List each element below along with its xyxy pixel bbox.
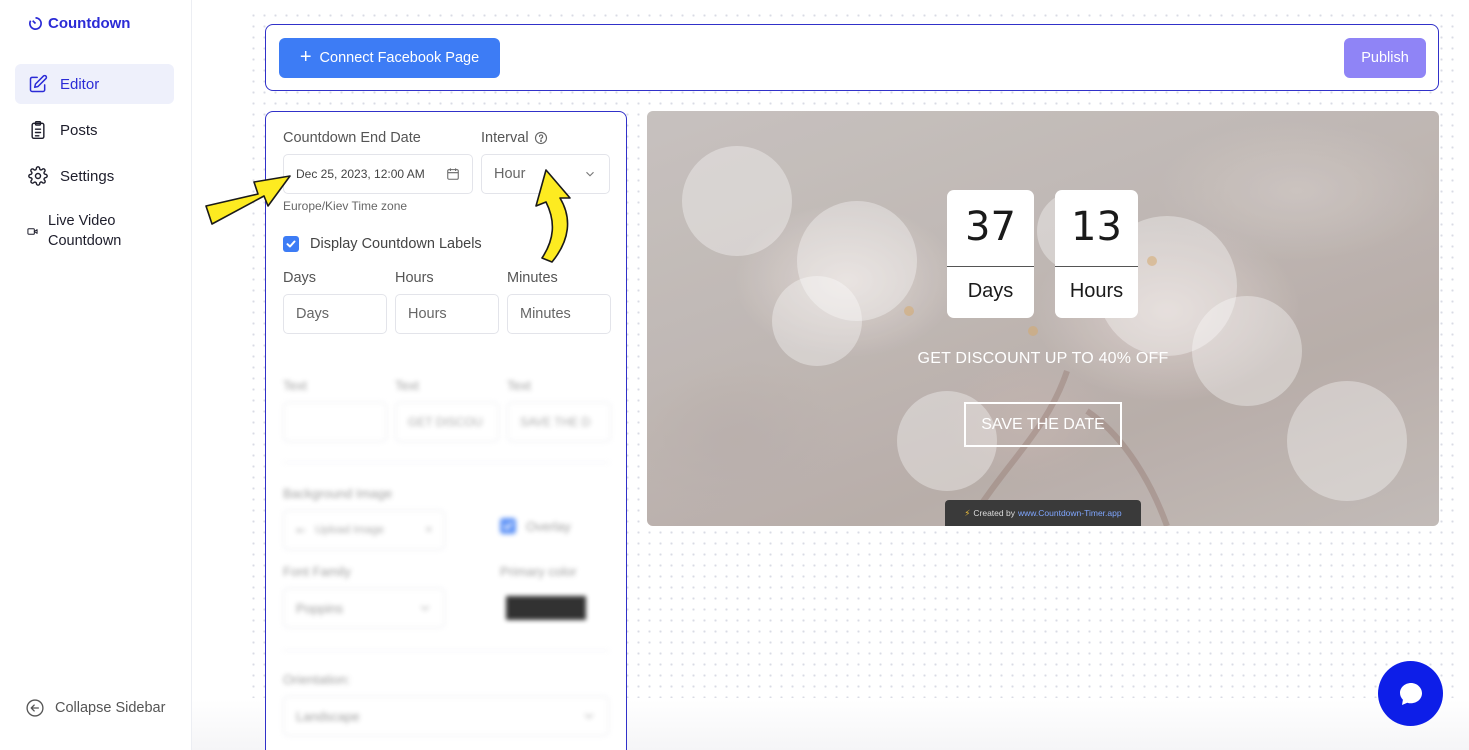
font-family-value: Poppins [296, 600, 343, 616]
minutes-label: Minutes [507, 270, 558, 286]
gear-icon [28, 166, 48, 186]
annotation-arrow-icon [535, 169, 571, 263]
sidebar-item-live-video[interactable]: Live Video Countdown [15, 210, 174, 252]
sidebar-item-posts[interactable]: Posts [15, 110, 174, 150]
blossom-background-image [682, 146, 1407, 526]
sidebar-item-label: Live Video Countdown [48, 213, 122, 249]
timezone-text: Europe/Kiev Time zone [283, 199, 408, 213]
annotation-arrow-icon [205, 175, 291, 225]
checkbox-checked-icon[interactable] [500, 518, 516, 534]
end-date-label: Countdown End Date [283, 130, 421, 146]
blurred-settings: Text Text Text GET DISCOU SAVE THE D Bac… [266, 372, 626, 750]
text-label-3: Text [507, 378, 531, 393]
text-input-2[interactable]: GET DISCOU [395, 402, 499, 442]
overlay-checkbox[interactable]: Overlay [500, 518, 571, 534]
sidebar-item-editor[interactable]: Editor [15, 64, 174, 104]
orientation-select[interactable]: Landscape [283, 696, 609, 736]
lightning-icon: ⚡ [964, 507, 971, 518]
chat-bubble-icon [1399, 682, 1422, 705]
upload-image-button[interactable]: ⇐ Upload Image × [283, 510, 445, 550]
sidebar-item-settings[interactable]: Settings [15, 156, 174, 196]
app-logo[interactable]: Countdown [28, 15, 130, 32]
timer-icon [29, 17, 42, 30]
credit-link[interactable]: www.Countdown-Timer.app [1018, 508, 1122, 518]
end-date-value: Dec 25, 2023, 12:00 AM [296, 167, 425, 181]
plus-icon: + [299, 46, 312, 68]
sidebar: Countdown Editor Posts Settings Live Vid… [0, 0, 192, 750]
days-label: Days [283, 270, 317, 286]
days-counter: 37 Days [947, 190, 1034, 318]
background-image-label: Background Image [283, 486, 393, 501]
days-input[interactable]: Days [283, 294, 387, 334]
font-family-label: Font Family [283, 564, 351, 579]
minutes-input[interactable]: Minutes [507, 294, 611, 334]
sidebar-item-label: Posts [60, 121, 98, 139]
chevron-down-icon [585, 713, 593, 719]
display-labels-checkbox[interactable]: Display Countdown Labels [283, 236, 482, 252]
text-input-1[interactable] [283, 402, 387, 442]
connect-facebook-label: Connect Facebook Page [319, 50, 480, 66]
connect-facebook-page-button[interactable]: + Connect Facebook Page [279, 38, 500, 78]
chat-widget-button[interactable] [1378, 661, 1443, 726]
interval-label: Interval [481, 130, 548, 146]
display-labels-text: Display Countdown Labels [310, 236, 482, 252]
sidebar-item-label: Settings [60, 167, 115, 185]
text-label-2: Text [395, 378, 419, 393]
counter-divider [947, 266, 1034, 267]
hours-unit: Hours [1069, 280, 1124, 302]
help-icon[interactable] [534, 131, 548, 145]
credit-badge[interactable]: ⚡ Created by www.Countdown-Timer.app [945, 500, 1141, 526]
end-date-input[interactable]: Dec 25, 2023, 12:00 AM [283, 154, 473, 194]
arrow-left-circle-icon [26, 699, 44, 717]
hours-counter: 13 Hours [1055, 190, 1138, 318]
chevron-down-icon [586, 171, 594, 177]
credit-prefix: Created by [973, 508, 1015, 518]
font-family-select[interactable]: Poppins [283, 588, 445, 628]
save-the-date-button[interactable]: SAVE THE DATE [964, 402, 1122, 447]
orientation-label: Orientation: [283, 672, 351, 687]
close-icon[interactable]: × [426, 524, 432, 536]
publish-button[interactable]: Publish [1344, 38, 1426, 78]
preview-headline: GET DISCOUNT UP TO 40% OFF [917, 350, 1169, 367]
edit-icon [29, 74, 48, 93]
collapse-sidebar-label: Collapse Sidebar [55, 700, 166, 716]
app-name: Countdown [48, 15, 131, 32]
clipboard-icon [31, 120, 45, 140]
interval-label-text: Interval [481, 130, 529, 146]
overlay-label: Overlay [526, 518, 571, 534]
upload-image-label: Upload Image [315, 524, 384, 536]
hours-value: 13 [1071, 204, 1122, 250]
days-unit: Days [967, 280, 1014, 302]
countdown-preview: 37 Days 13 Hours GET DISCOUNT UP TO 40% … [647, 111, 1439, 526]
calendar-icon [447, 168, 459, 180]
interval-value: Hour [494, 166, 526, 182]
divider [283, 462, 609, 463]
checkbox-checked-icon[interactable] [283, 236, 299, 252]
primary-color-label: Primary color [500, 564, 577, 579]
video-icon [27, 227, 38, 235]
orientation-value: Landscape [296, 708, 360, 724]
upload-icon: ⇐ [296, 524, 306, 537]
collapse-sidebar-button[interactable]: Collapse Sidebar [25, 698, 165, 718]
text-label-1: Text [283, 378, 307, 393]
counter-divider [1055, 266, 1138, 267]
primary-color-swatch[interactable] [506, 596, 586, 620]
top-toolbar: + Connect Facebook Page Publish [265, 24, 1439, 91]
days-value: 37 [965, 204, 1016, 250]
divider [283, 650, 609, 651]
sidebar-item-label: Editor [60, 75, 100, 93]
chevron-down-icon [421, 605, 429, 611]
hours-input[interactable]: Hours [395, 294, 499, 334]
hours-label: Hours [395, 270, 434, 286]
text-input-3[interactable]: SAVE THE D [507, 402, 611, 442]
